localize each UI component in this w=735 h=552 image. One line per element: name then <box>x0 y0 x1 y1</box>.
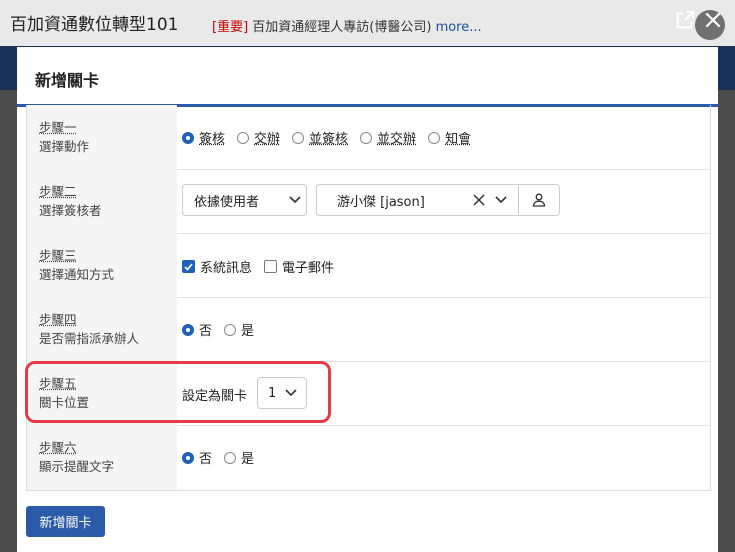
assignee-radio-yes[interactable]: 是 <box>224 320 254 339</box>
action-radio-assign[interactable]: 交辦 <box>237 128 280 147</box>
step-1-desc: 選擇動作 <box>39 139 90 154</box>
step-4-row: 步驟四是否需指派承辦人 否 是 <box>27 297 710 362</box>
reminder-radio-no[interactable]: 否 <box>182 448 212 467</box>
chevron-down-icon <box>284 196 306 204</box>
notice-tag: [重要] <box>212 20 249 35</box>
step-1-title: 步驟一 <box>39 120 77 135</box>
app-title: 百加資通數位轉型101 <box>10 15 179 35</box>
step-2-title: 步驟二 <box>39 184 77 199</box>
action-radio-notify[interactable]: 知會 <box>428 128 471 147</box>
add-stage-modal: 新增關卡 步驟一選擇動作 簽核 交辦 並簽核 並交辦 知會 步驟二選擇簽核者 依… <box>17 47 718 552</box>
step-4-title: 步驟四 <box>39 312 77 327</box>
signer-mode-select[interactable]: 依據使用者 <box>182 184 307 216</box>
window-controls <box>671 6 727 34</box>
stage-position-select[interactable]: 1 <box>257 377 307 409</box>
step-3-title: 步驟三 <box>39 248 77 263</box>
chevron-down-icon[interactable] <box>490 196 512 204</box>
step-2-row: 步驟二選擇簽核者 依據使用者 游小傑 [jason] <box>27 169 710 234</box>
action-radio-parallel-sign[interactable]: 並簽核 <box>292 128 348 147</box>
notice-banner[interactable]: [重要] 百加資通經理人專訪(博醫公司) more... <box>212 16 482 35</box>
signer-user-select[interactable]: 游小傑 [jason] <box>316 184 560 216</box>
close-icon[interactable] <box>699 6 727 34</box>
user-picker-icon[interactable] <box>519 193 559 207</box>
stage-form: 步驟一選擇動作 簽核 交辦 並簽核 並交辦 知會 步驟二選擇簽核者 依據使用者 <box>26 105 711 491</box>
open-external-icon[interactable] <box>671 6 699 34</box>
action-radio-sign[interactable]: 簽核 <box>182 128 225 147</box>
notify-system-checkbox[interactable]: 系統訊息 <box>182 257 252 276</box>
action-radio-parallel-assign[interactable]: 並交辦 <box>360 128 416 147</box>
step-6-row: 步驟六顯示提醒文字 否 是 <box>27 425 710 490</box>
notice-more-link[interactable]: more... <box>431 20 482 35</box>
step-5-row: 步驟五關卡位置 設定為關卡 1 <box>27 361 710 426</box>
reminder-radio-yes[interactable]: 是 <box>224 448 254 467</box>
add-stage-button[interactable]: 新增關卡 <box>26 506 105 537</box>
app-topbar: 百加資通數位轉型101 [重要] 百加資通經理人專訪(博醫公司) more... <box>0 0 735 46</box>
step-5-desc: 關卡位置 <box>39 395 90 410</box>
step-3-desc: 選擇通知方式 <box>39 267 115 282</box>
step-3-row: 步驟三選擇通知方式 系統訊息 電子郵件 <box>27 233 710 298</box>
notify-email-checkbox[interactable]: 電子郵件 <box>264 257 334 276</box>
step-6-desc: 顯示提醒文字 <box>39 459 115 474</box>
chevron-down-icon <box>280 389 302 397</box>
step-1-row: 步驟一選擇動作 簽核 交辦 並簽核 並交辦 知會 <box>27 105 710 170</box>
modal-header: 新增關卡 <box>17 47 718 107</box>
assignee-radio-no[interactable]: 否 <box>182 320 212 339</box>
stage-position-prefix: 設定為關卡 <box>182 389 248 404</box>
modal-title: 新增關卡 <box>35 71 100 90</box>
step-4-desc: 是否需指派承辦人 <box>39 331 140 346</box>
clear-icon[interactable] <box>468 194 490 206</box>
step-5-title: 步驟五 <box>39 376 77 391</box>
notice-text[interactable]: 百加資通經理人專訪(博醫公司) <box>248 20 431 35</box>
step-2-desc: 選擇簽核者 <box>39 203 102 218</box>
step-6-title: 步驟六 <box>39 440 77 455</box>
